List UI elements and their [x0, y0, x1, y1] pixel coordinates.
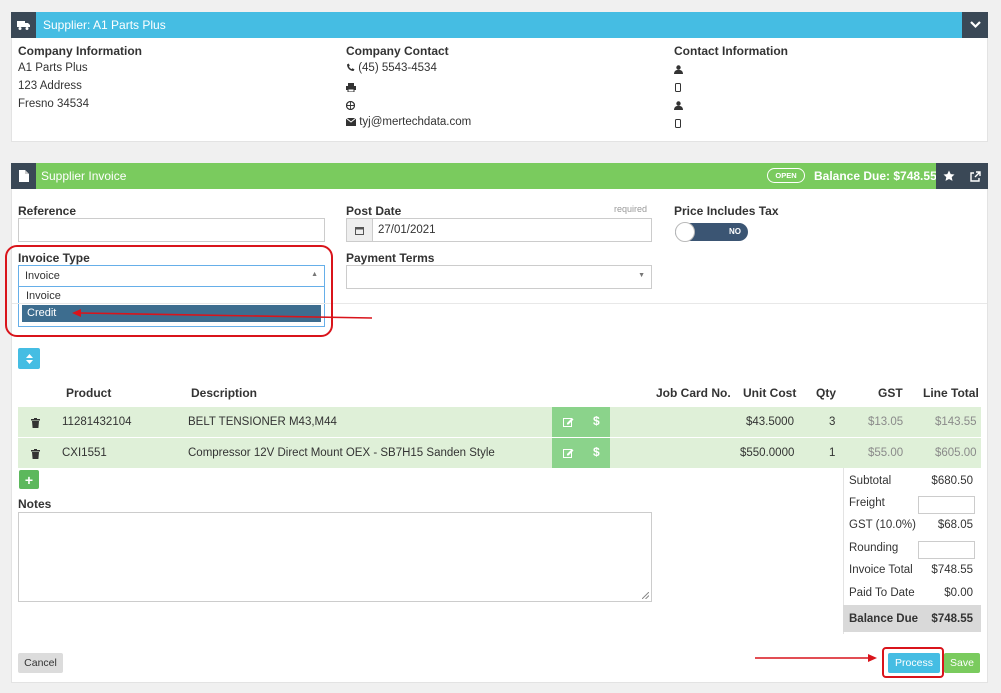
- annotation-arrows: [72, 309, 877, 662]
